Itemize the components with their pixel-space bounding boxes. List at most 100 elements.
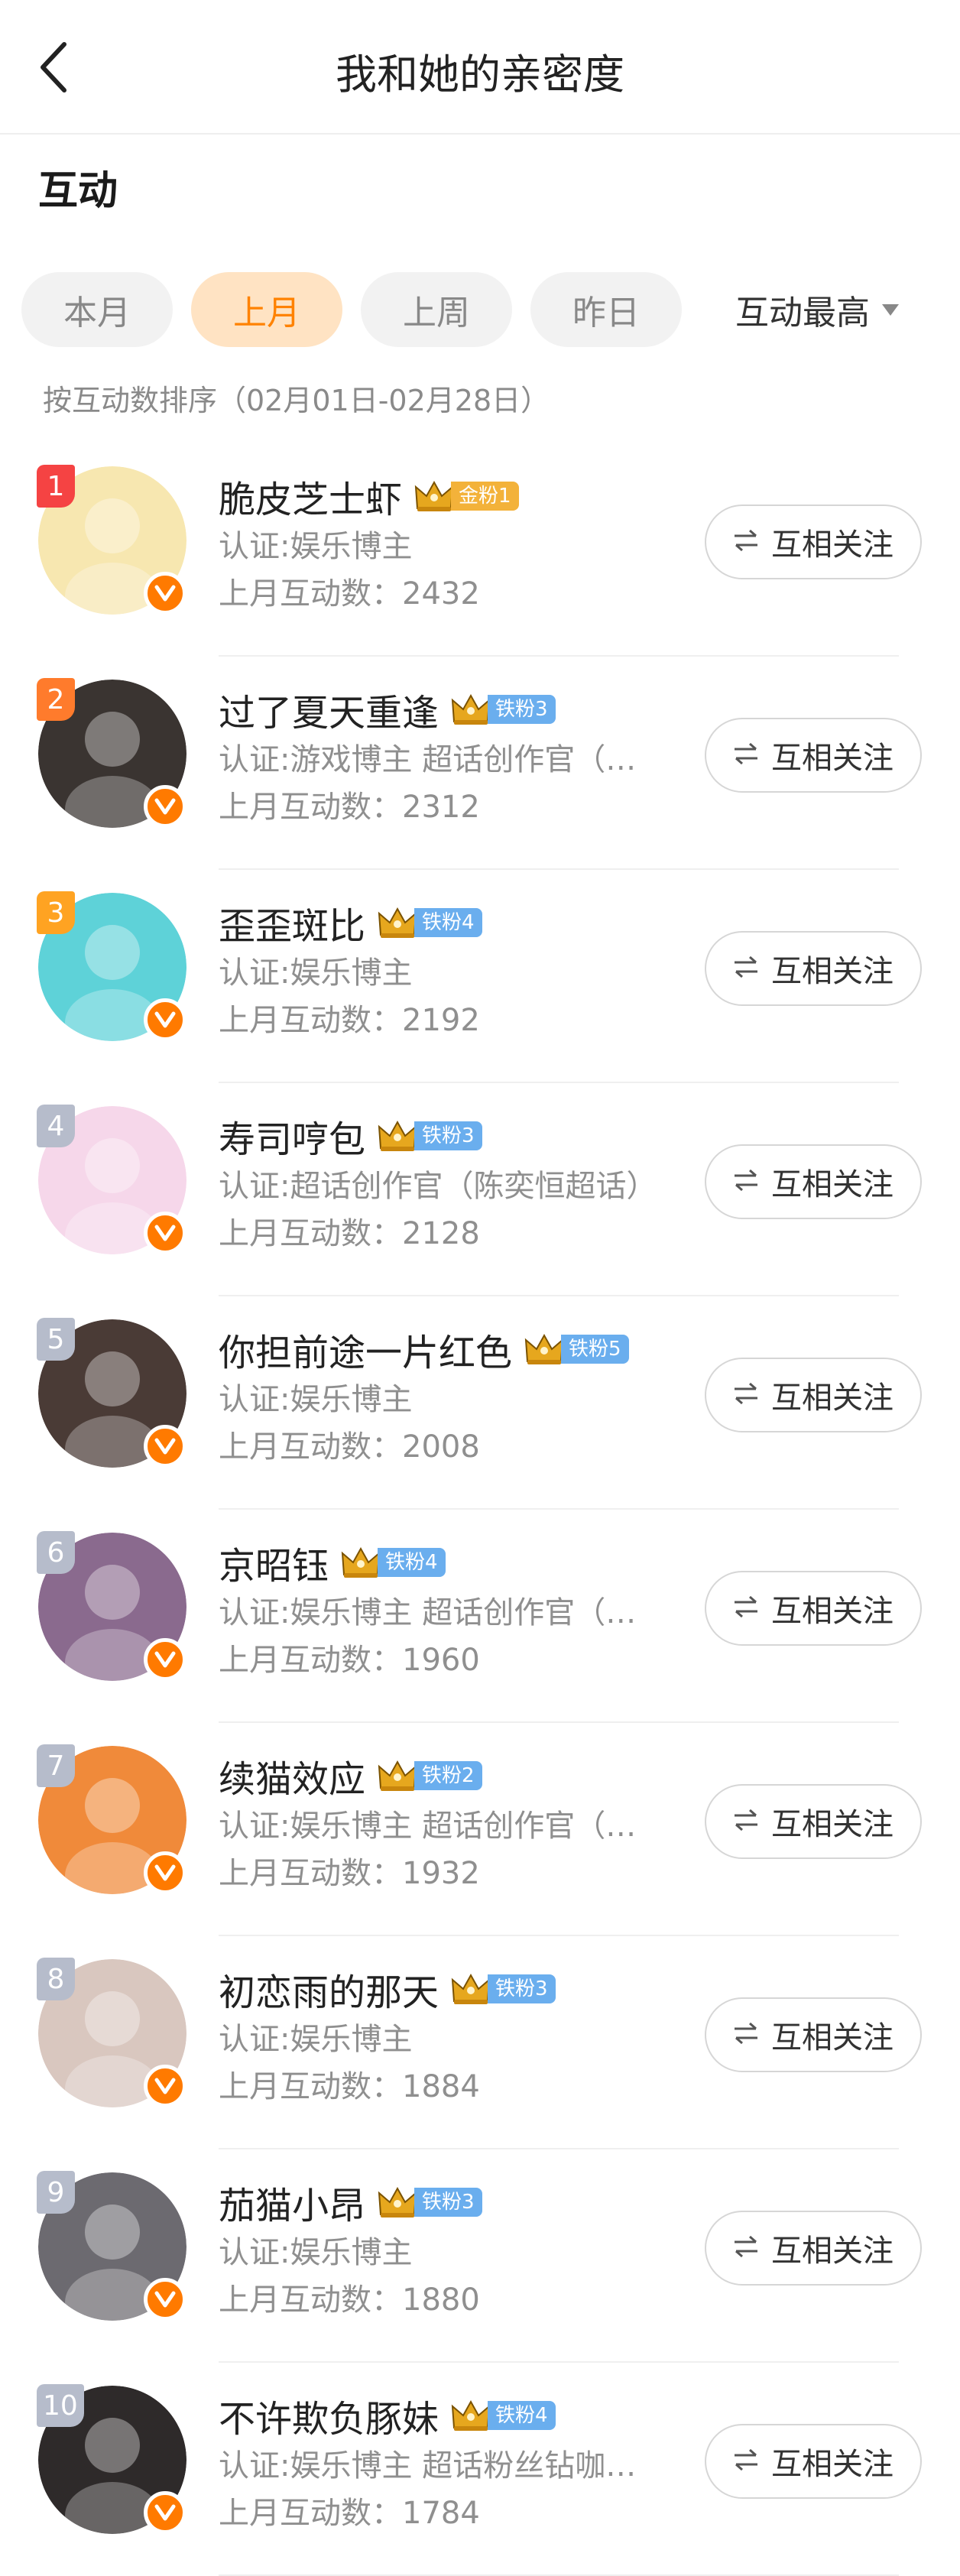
list-item[interactable]: 5 你担前途一片红色 铁粉5 认证:娱乐博主 上月互动数：2008 互相关注: [0, 1296, 960, 1510]
avatar-wrap[interactable]: 1: [37, 465, 186, 615]
fan-badge: 金粉1: [413, 479, 519, 513]
avatar-wrap[interactable]: 5: [37, 1318, 186, 1468]
interaction-count: 上月互动数：1932: [219, 1856, 480, 1891]
crown-icon: [341, 1546, 381, 1578]
list-item[interactable]: 6 京昭钰 铁粉4 认证:娱乐博主 超话创作官（… 上月互动数：1960 互相关…: [0, 1510, 960, 1723]
user-name[interactable]: 歪歪斑比: [219, 896, 365, 949]
name-line: 脆皮芝士虾 金粉1: [219, 471, 670, 521]
tab-yesterday[interactable]: 昨日: [530, 272, 682, 347]
fan-level-label: 铁粉3: [488, 1974, 556, 2003]
user-name[interactable]: 不许欺负豚妹: [219, 2389, 439, 2442]
sort-hint: 按互动数排序（02月01日-02月28日）: [43, 384, 550, 417]
list-item[interactable]: 2 过了夏天重逢 铁粉3 认证:游戏博主 超话创作官（… 上月互动数：2312 …: [0, 657, 960, 870]
name-line: 不许欺负豚妹 铁粉4: [219, 2390, 670, 2441]
follow-label: 互相关注: [771, 527, 894, 563]
interaction-count: 上月互动数：1784: [219, 2496, 480, 2531]
mutual-follow-button[interactable]: 互相关注: [705, 718, 922, 793]
list-item[interactable]: 8 初恋雨的那天 铁粉3 认证:娱乐博主 上月互动数：1884 互相关注: [0, 1936, 960, 2149]
mutual-follow-button[interactable]: 互相关注: [705, 1571, 922, 1646]
avatar-wrap[interactable]: 2: [37, 678, 186, 828]
interaction-count: 上月互动数：1960: [219, 1643, 480, 1678]
avatar-wrap[interactable]: 3: [37, 891, 186, 1041]
page-title: 我和她的亲密度: [336, 50, 624, 99]
name-line: 茄猫小昂 铁粉3: [219, 2177, 670, 2227]
user-info: 茄猫小昂 铁粉3 认证:娱乐博主 上月互动数：1880: [219, 2177, 670, 2324]
verification-text: 认证:娱乐博主: [219, 955, 413, 991]
tab-this-month[interactable]: 本月: [21, 272, 173, 347]
user-info: 京昭钰 铁粉4 认证:娱乐博主 超话创作官（… 上月互动数：1960: [219, 1537, 670, 1684]
mutual-follow-button[interactable]: 互相关注: [705, 2424, 922, 2499]
mutual-follow-button[interactable]: 互相关注: [705, 1784, 922, 1859]
rank-badge: 5: [37, 1318, 75, 1361]
list-item[interactable]: 3 歪歪斑比 铁粉4 认证:娱乐博主 上月互动数：2192 互相关注: [0, 870, 960, 1083]
list-item[interactable]: 10 不许欺负豚妹 铁粉4 认证:娱乐博主 超话粉丝钻咖… 上月互动数：1784…: [0, 2363, 960, 2576]
mutual-follow-button[interactable]: 互相关注: [705, 1358, 922, 1432]
user-name[interactable]: 你担前途一片红色: [219, 1322, 512, 1376]
mutual-follow-button[interactable]: 互相关注: [705, 2211, 922, 2286]
user-name[interactable]: 过了夏天重逢: [219, 683, 439, 736]
crown-icon: [378, 1120, 417, 1151]
user-info: 你担前途一片红色 铁粉5 认证:娱乐博主 上月互动数：2008: [219, 1324, 670, 1471]
user-name[interactable]: 寿司哼包: [219, 1109, 365, 1163]
verification-text: 认证:娱乐博主: [219, 1382, 413, 1417]
user-name[interactable]: 续猫效应: [219, 1749, 365, 1802]
tab-last-week[interactable]: 上周: [361, 272, 512, 347]
swap-arrows-icon: [733, 2230, 759, 2266]
fan-badge: 铁粉3: [449, 1972, 556, 2006]
mutual-follow-button[interactable]: 互相关注: [705, 1997, 922, 2072]
fan-level-label: 铁粉3: [488, 695, 556, 724]
mutual-follow-button[interactable]: 互相关注: [705, 1144, 922, 1219]
avatar-wrap[interactable]: 4: [37, 1105, 186, 1254]
user-name[interactable]: 脆皮芝士虾: [219, 469, 402, 523]
swap-arrows-icon: [733, 2017, 759, 2052]
avatar-wrap[interactable]: 10: [37, 2384, 186, 2534]
avatar-wrap[interactable]: 9: [37, 2171, 186, 2321]
follow-label: 互相关注: [771, 1167, 894, 1202]
avatar-wrap[interactable]: 7: [37, 1744, 186, 1894]
follow-label: 互相关注: [771, 1380, 894, 1416]
list-item[interactable]: 9 茄猫小昂 铁粉3 认证:娱乐博主 上月互动数：1880 互相关注: [0, 2149, 960, 2363]
list-item[interactable]: 4 寿司哼包 铁粉3 认证:超话创作官（陈奕恒超话） 上月互动数：2128 互相…: [0, 1083, 960, 1296]
interaction-count: 上月互动数：1880: [219, 2282, 480, 2318]
crown-icon: [378, 907, 417, 938]
verified-v-icon: [144, 1638, 186, 1681]
tab-last-month[interactable]: 上月: [191, 272, 342, 347]
fan-badge: 铁粉2: [376, 1759, 482, 1792]
user-list: 1 脆皮芝士虾 金粉1 认证:娱乐博主 上月互动数：2432 互相关注 2 过了…: [0, 443, 960, 2576]
swap-arrows-icon: [733, 2444, 759, 2479]
sort-dropdown[interactable]: 互动最高: [735, 272, 899, 347]
swap-arrows-icon: [733, 1591, 759, 1626]
verified-v-icon: [144, 1425, 186, 1468]
mutual-follow-button[interactable]: 互相关注: [705, 504, 922, 579]
mutual-follow-button[interactable]: 互相关注: [705, 931, 922, 1006]
name-line: 京昭钰 铁粉4: [219, 1537, 670, 1588]
verification-text: 认证:超话创作官（陈奕恒超话）: [219, 1169, 657, 1204]
verified-v-icon: [144, 998, 186, 1041]
interaction-count: 上月互动数：1884: [219, 2069, 480, 2104]
rank-badge: 10: [37, 2384, 84, 2427]
swap-arrows-icon: [733, 1804, 759, 1839]
rank-badge: 4: [37, 1105, 75, 1147]
interaction-count: 上月互动数：2192: [219, 1003, 480, 1038]
section-title: 互动: [38, 168, 118, 214]
verification-text: 认证:娱乐博主 超话创作官（…: [219, 1809, 637, 1844]
user-info: 歪歪斑比 铁粉4 认证:娱乐博主 上月互动数：2192: [219, 897, 670, 1044]
list-item[interactable]: 1 脆皮芝士虾 金粉1 认证:娱乐博主 上月互动数：2432 互相关注: [0, 443, 960, 657]
user-name[interactable]: 茄猫小昂: [219, 2175, 365, 2229]
follow-label: 互相关注: [771, 1594, 894, 1629]
name-line: 初恋雨的那天 铁粉3: [219, 1964, 670, 2014]
avatar-wrap[interactable]: 6: [37, 1531, 186, 1681]
fan-badge: 铁粉4: [449, 2399, 556, 2432]
fan-badge: 铁粉3: [376, 2185, 482, 2219]
verified-v-icon: [144, 2491, 186, 2534]
crown-icon: [378, 2186, 417, 2218]
rank-badge: 1: [37, 465, 75, 508]
crown-icon: [378, 1760, 417, 1791]
list-item[interactable]: 7 续猫效应 铁粉2 认证:娱乐博主 超话创作官（… 上月互动数：1932 互相…: [0, 1723, 960, 1936]
avatar-wrap[interactable]: 8: [37, 1958, 186, 2107]
crown-icon: [451, 2399, 491, 2431]
verified-v-icon: [144, 572, 186, 615]
user-name[interactable]: 初恋雨的那天: [219, 1962, 439, 2016]
user-name[interactable]: 京昭钰: [219, 1536, 329, 1589]
verification-text: 认证:娱乐博主 超话粉丝钻咖…: [219, 2448, 637, 2484]
